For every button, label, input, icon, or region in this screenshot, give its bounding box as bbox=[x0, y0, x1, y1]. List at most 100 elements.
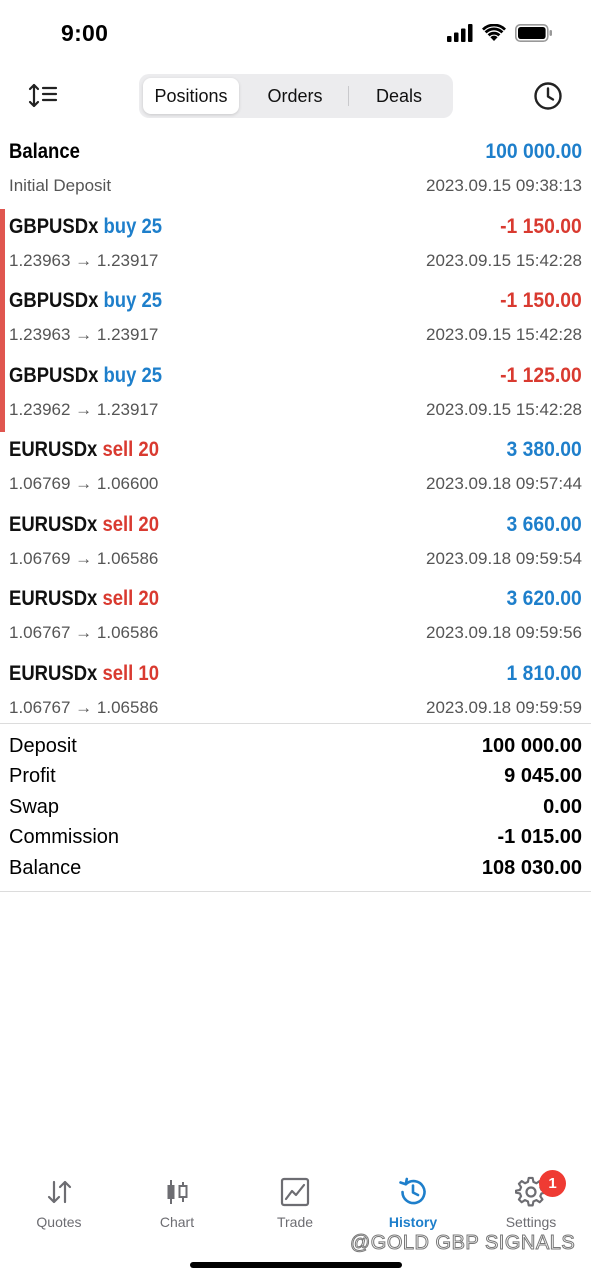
summary-top-divider bbox=[0, 723, 591, 724]
deal-side: sell 10 bbox=[102, 661, 159, 685]
tab-history[interactable]: History bbox=[354, 1168, 472, 1238]
deal-prices: 1.06769 → 1.06586 bbox=[9, 548, 159, 568]
sort-icon bbox=[28, 83, 58, 108]
deal-title: EURUSDx sell 20 bbox=[9, 587, 159, 611]
summary-value: 108 030.00 bbox=[481, 856, 582, 879]
clock-icon bbox=[534, 82, 562, 110]
deal-symbol: EURUSDx bbox=[9, 587, 98, 610]
deal-time: 2023.09.15 15:42:28 bbox=[426, 250, 582, 270]
losing-position-marker bbox=[0, 208, 5, 283]
watermark-text: @GOLD GBP SIGNALS bbox=[349, 1232, 576, 1255]
deal-prices: 1.06767 → 1.06586 bbox=[9, 623, 159, 642]
history-toolbar: Positions Orders Deals bbox=[0, 72, 591, 120]
summary-label: Commission bbox=[9, 826, 120, 849]
deal-row[interactable]: EURUSDx sell 20 3 660.00 1.06769 → 1.06586… bbox=[0, 507, 591, 582]
deal-title: EURUSDx sell 20 bbox=[9, 438, 159, 462]
battery-icon bbox=[515, 24, 552, 42]
losing-position-marker bbox=[0, 283, 5, 358]
deal-side: sell 20 bbox=[102, 587, 159, 610]
balance-timestamp: 2023.09.15 09:38:13 bbox=[426, 176, 582, 195]
cellular-signal-icon bbox=[447, 24, 473, 42]
status-time: 9:00 bbox=[61, 20, 109, 46]
tab-positions[interactable]: Positions bbox=[143, 78, 239, 114]
summary-bottom-divider bbox=[0, 891, 591, 892]
deal-time: 2023.09.18 09:59:54 bbox=[426, 548, 582, 568]
deal-symbol: GBPUSDx bbox=[9, 363, 99, 387]
summary-label: Profit bbox=[9, 765, 56, 788]
history-segmented-control: Positions Orders Deals bbox=[139, 74, 453, 118]
balance-row[interactable]: Balance 100 000.00 Initial Deposit 2023.… bbox=[0, 134, 591, 209]
deal-side: sell 20 bbox=[102, 438, 159, 461]
deal-prices: 1.23963 → 1.23917 bbox=[9, 250, 159, 270]
deal-title: GBPUSDx buy 25 bbox=[9, 289, 162, 313]
deal-time: 2023.09.18 09:57:44 bbox=[426, 474, 582, 493]
tab-history-label: History bbox=[388, 1214, 438, 1230]
tab-settings-label: Settings bbox=[505, 1214, 557, 1230]
history-clock-icon bbox=[399, 1177, 426, 1205]
summary-value: -1 015.00 bbox=[497, 826, 582, 849]
deal-title: GBPUSDx buy 25 bbox=[9, 364, 162, 388]
deal-time: 2023.09.18 09:59:56 bbox=[426, 623, 582, 642]
deal-symbol: GBPUSDx bbox=[9, 289, 99, 312]
deal-row[interactable]: GBPUSDx buy 25 -1 150.00 1.23963 → 1.23917… bbox=[0, 283, 591, 358]
summary-value: 100 000.00 bbox=[481, 735, 582, 757]
deal-row[interactable]: EURUSDx sell 10 1 810.00 1.06767 → 1.06586… bbox=[0, 656, 591, 731]
tab-trade-label: Trade bbox=[276, 1214, 314, 1230]
deal-title: EURUSDx sell 20 bbox=[9, 513, 159, 537]
summary-row: Profit 9 045.00 bbox=[0, 762, 591, 792]
tab-deals[interactable]: Deals bbox=[349, 78, 449, 114]
deal-row[interactable]: GBPUSDx buy 25 -1 125.00 1.23962 → 1.23917… bbox=[0, 357, 591, 432]
home-indicator[interactable] bbox=[190, 1262, 402, 1268]
balance-value: 100 000.00 bbox=[485, 140, 582, 163]
deal-symbol: GBPUSDx bbox=[9, 214, 99, 238]
summary-value: 9 045.00 bbox=[504, 765, 582, 788]
summary-row: Commission -1 015.00 bbox=[0, 823, 591, 853]
deal-side: sell 20 bbox=[102, 512, 159, 536]
tab-quotes-label: Quotes bbox=[36, 1214, 82, 1230]
deal-profit: 3 660.00 bbox=[506, 512, 582, 536]
deal-profit: -1 150.00 bbox=[500, 289, 582, 312]
tab-settings[interactable]: Settings bbox=[472, 1168, 590, 1238]
summary-value: 0.00 bbox=[543, 795, 582, 818]
deal-row[interactable]: EURUSDx sell 20 3 620.00 1.06767 → 1.06586… bbox=[0, 581, 591, 656]
deal-symbol: EURUSDx bbox=[9, 661, 98, 685]
deal-prices: 1.06769 → 1.06600 bbox=[9, 474, 159, 493]
deal-row[interactable]: GBPUSDx buy 25 -1 150.00 1.23963 → 1.23917… bbox=[0, 208, 591, 283]
deal-profit: 1 810.00 bbox=[506, 661, 582, 685]
deal-side: buy 25 bbox=[103, 289, 163, 312]
deal-side: buy 25 bbox=[103, 214, 163, 238]
summary-label: Balance bbox=[9, 856, 82, 879]
summary-section: Deposit 100 000.00 Profit 9 045.00 Swap 0.00 C… bbox=[0, 732, 591, 884]
deal-time: 2023.09.18 09:59:59 bbox=[426, 697, 582, 717]
summary-label: Deposit bbox=[9, 735, 77, 757]
deal-profit: -1 125.00 bbox=[500, 363, 582, 387]
deal-symbol: EURUSDx bbox=[9, 512, 98, 536]
deal-row[interactable]: EURUSDx sell 20 3 380.00 1.06769 → 1.06600… bbox=[0, 432, 591, 507]
deal-time: 2023.09.15 15:42:28 bbox=[426, 399, 582, 419]
tab-orders[interactable]: Orders bbox=[243, 78, 347, 114]
summary-row: Swap 0.00 bbox=[0, 793, 591, 823]
status-icons bbox=[447, 24, 553, 42]
summary-row: Deposit 100 000.00 bbox=[0, 732, 591, 762]
deal-prices: 1.23962 → 1.23917 bbox=[9, 399, 159, 419]
trade-chart-icon bbox=[280, 1177, 310, 1207]
deal-profit: -1 150.00 bbox=[500, 214, 582, 238]
tab-trade[interactable]: Trade bbox=[236, 1168, 354, 1238]
tab-quotes[interactable]: Quotes bbox=[0, 1168, 118, 1238]
deals-list: Balance 100 000.00 Initial Deposit 2023.… bbox=[0, 134, 591, 730]
balance-label: Balance bbox=[9, 140, 80, 163]
summary-label: Swap bbox=[9, 795, 60, 818]
sort-button[interactable] bbox=[28, 82, 60, 110]
deal-profit: 3 620.00 bbox=[506, 587, 582, 610]
settings-notification-badge: 1 bbox=[539, 1170, 566, 1197]
deal-time: 2023.09.15 15:42:28 bbox=[426, 325, 582, 344]
deal-title: GBPUSDx buy 25 bbox=[9, 215, 162, 239]
deal-side: buy 25 bbox=[103, 363, 163, 387]
quotes-arrows-icon bbox=[47, 1180, 72, 1204]
period-button[interactable] bbox=[532, 80, 564, 112]
tab-chart-label: Chart bbox=[159, 1214, 195, 1230]
deal-symbol: EURUSDx bbox=[9, 438, 98, 461]
tab-chart[interactable]: Chart bbox=[118, 1168, 236, 1238]
deal-prices: 1.23963 → 1.23917 bbox=[9, 325, 159, 344]
status-bar: 9:00 bbox=[0, 0, 591, 64]
